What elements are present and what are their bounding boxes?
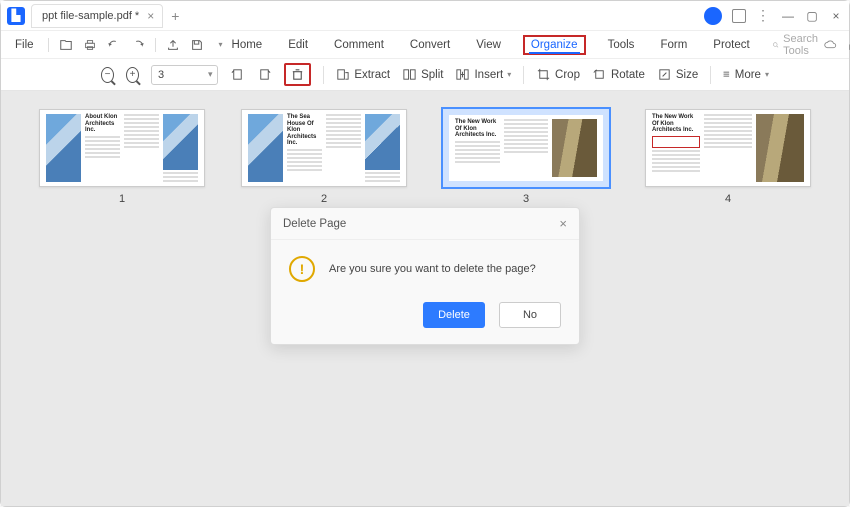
file-menu[interactable]: File bbox=[11, 36, 38, 54]
page-thumbnail[interactable]: The New Work Of Klon Architects Inc. 4 bbox=[645, 109, 811, 205]
page-thumbnail[interactable]: The New Work Of Klon Architects Inc. 3 bbox=[443, 109, 609, 205]
thumbnail-title: The Sea House Of Klon Architects Inc. bbox=[287, 114, 322, 147]
share-icon[interactable] bbox=[166, 38, 180, 52]
dialog-delete-button[interactable]: Delete bbox=[423, 302, 485, 328]
app-icon: ▙ bbox=[7, 7, 25, 25]
page-number-label: 4 bbox=[725, 193, 731, 205]
insert-button[interactable]: Insert▾ bbox=[455, 67, 511, 82]
menu-edit[interactable]: Edit bbox=[284, 36, 312, 54]
add-tab-button[interactable]: + bbox=[171, 8, 179, 24]
dialog-no-button[interactable]: No bbox=[499, 302, 561, 328]
menu-form[interactable]: Form bbox=[656, 36, 691, 54]
dialog-title: Delete Page bbox=[283, 218, 346, 230]
page-thumbnail[interactable]: The Sea House Of Klon Architects Inc. 2 bbox=[241, 109, 407, 205]
menu-view[interactable]: View bbox=[472, 36, 505, 54]
page-number-label: 1 bbox=[119, 193, 125, 205]
close-window-button[interactable]: × bbox=[829, 9, 843, 23]
home-icon[interactable] bbox=[847, 38, 850, 52]
warning-icon: ! bbox=[289, 256, 315, 282]
redo-icon[interactable] bbox=[131, 38, 145, 52]
cloud-icon[interactable] bbox=[823, 38, 837, 52]
menu-organize[interactable]: Organize bbox=[523, 35, 586, 55]
thumbnail-title: The New Work Of Klon Architects Inc. bbox=[652, 114, 700, 134]
more-button[interactable]: ≡More▾ bbox=[723, 69, 769, 81]
menu-tools[interactable]: Tools bbox=[604, 36, 639, 54]
zoom-in-button[interactable]: + bbox=[126, 67, 139, 83]
thumbnail-title: The New Work Of Klon Architects Inc. bbox=[455, 119, 500, 139]
rotate-right-button[interactable] bbox=[257, 67, 272, 82]
more-menu-icon[interactable]: ⋮ bbox=[756, 7, 771, 24]
page-thumbnail[interactable]: About Klon Architects Inc. 1 bbox=[39, 109, 205, 205]
thumbnail-title: About Klon Architects Inc. bbox=[85, 114, 120, 134]
menu-comment[interactable]: Comment bbox=[330, 36, 388, 54]
menubar: File ▾ Home Edit Comment Convert View Organiz… bbox=[1, 31, 849, 59]
search-tools[interactable]: Search Tools bbox=[772, 33, 823, 57]
zoom-out-button[interactable]: − bbox=[101, 67, 114, 83]
app-menu-icon[interactable] bbox=[732, 9, 746, 23]
page-number-label: 2 bbox=[321, 193, 327, 205]
titlebar: ▙ ppt file-sample.pdf * × + ⋮ — ▢ × bbox=[1, 1, 849, 31]
crop-button[interactable]: Crop bbox=[536, 67, 580, 82]
rotate-button[interactable]: Rotate bbox=[592, 67, 645, 82]
split-button[interactable]: Split bbox=[402, 67, 443, 82]
organize-toolbar: − + 3 Extract Split Insert▾ Crop Rotate … bbox=[1, 59, 849, 91]
save-dropdown-icon[interactable]: ▾ bbox=[214, 38, 228, 52]
delete-page-button[interactable] bbox=[284, 63, 311, 86]
close-tab-icon[interactable]: × bbox=[147, 9, 154, 23]
menu-home[interactable]: Home bbox=[228, 36, 267, 54]
document-tab[interactable]: ppt file-sample.pdf * × bbox=[31, 4, 163, 28]
dialog-message: Are you sure you want to delete the page… bbox=[329, 263, 536, 275]
delete-page-dialog: Delete Page × ! Are you sure you want to… bbox=[270, 207, 580, 345]
user-avatar[interactable] bbox=[704, 7, 722, 25]
menu-convert[interactable]: Convert bbox=[406, 36, 454, 54]
rotate-left-button[interactable] bbox=[230, 67, 245, 82]
print-icon[interactable] bbox=[83, 38, 97, 52]
maximize-button[interactable]: ▢ bbox=[805, 9, 819, 23]
dialog-close-button[interactable]: × bbox=[559, 216, 567, 231]
undo-icon[interactable] bbox=[107, 38, 121, 52]
menu-protect[interactable]: Protect bbox=[709, 36, 753, 54]
tab-title: ppt file-sample.pdf * bbox=[42, 10, 139, 22]
minimize-button[interactable]: — bbox=[781, 9, 795, 23]
page-canvas: About Klon Architects Inc. 1 The Sea House… bbox=[1, 91, 849, 506]
save-icon[interactable] bbox=[190, 38, 204, 52]
open-icon[interactable] bbox=[59, 38, 73, 52]
page-number-input[interactable]: 3 bbox=[151, 65, 218, 85]
page-number-label: 3 bbox=[523, 193, 529, 205]
search-placeholder: Search Tools bbox=[783, 33, 822, 57]
extract-button[interactable]: Extract bbox=[335, 67, 390, 82]
size-button[interactable]: Size bbox=[657, 67, 698, 82]
